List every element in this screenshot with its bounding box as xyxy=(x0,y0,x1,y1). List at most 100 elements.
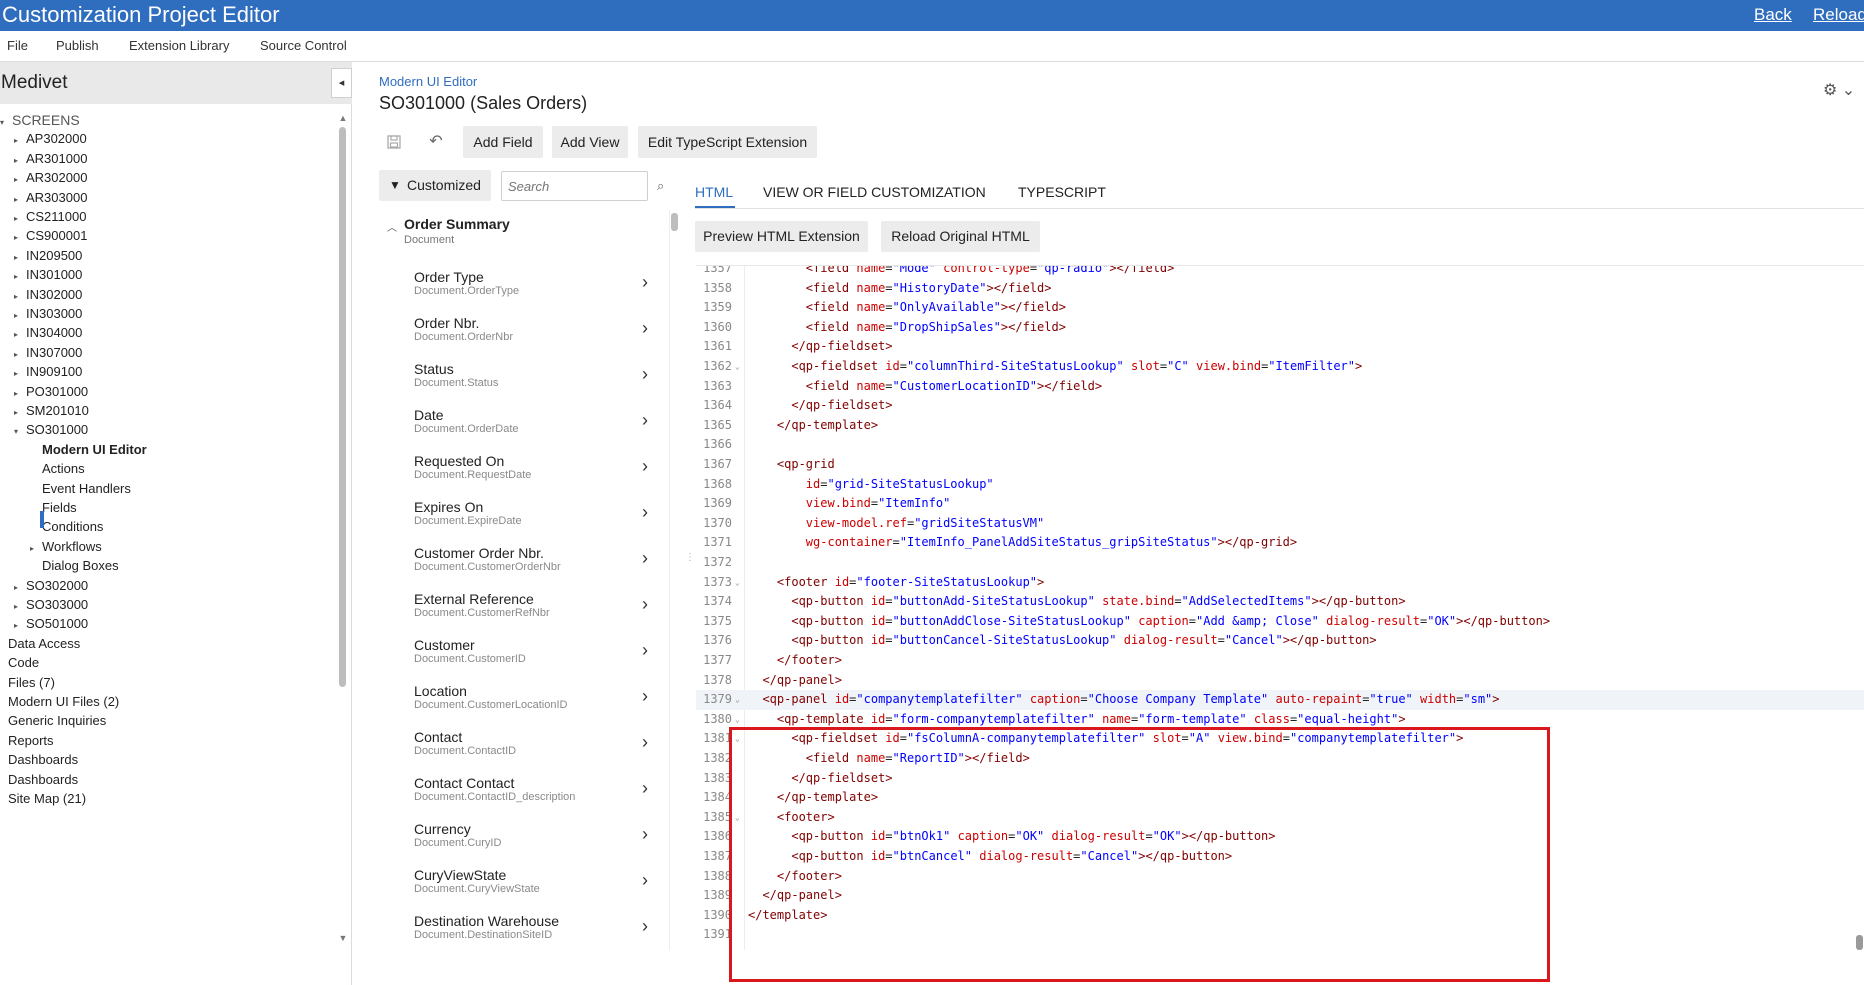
field-item[interactable]: External Reference Document.CustomerRefNb… xyxy=(379,588,664,634)
code-line[interactable]: 1360 <field name="DropShipSales"></field… xyxy=(696,318,1864,338)
back-link[interactable]: Back xyxy=(1754,3,1792,27)
code-line[interactable]: 1358 <field name="HistoryDate"></field> xyxy=(696,279,1864,299)
code-line[interactable]: 1380 ⌄ <qp-template id="form-companytempl… xyxy=(696,710,1864,730)
field-item[interactable]: Location Document.CustomerLocationID › xyxy=(379,680,664,726)
field-item[interactable]: Currency Document.CuryID › xyxy=(379,818,664,864)
fields-scroll-thumb[interactable] xyxy=(671,213,678,231)
undo-icon[interactable]: ↶ xyxy=(422,129,450,155)
chevron-right-icon[interactable]: › xyxy=(642,824,648,844)
scroll-down-icon[interactable]: ▼ xyxy=(337,932,349,944)
save-icon[interactable] xyxy=(380,129,408,155)
chevron-right-icon[interactable]: › xyxy=(642,548,648,568)
code-line[interactable]: 1381 ⌄ <qp-fieldset id="fsColumnA-company… xyxy=(696,729,1864,749)
fields-scrollbar[interactable] xyxy=(669,210,679,950)
code-line[interactable]: 1359 <field name="OnlyAvailable"></field… xyxy=(696,298,1864,318)
caret-right-icon[interactable]: ▸ xyxy=(30,538,42,560)
code-line[interactable]: 1369 view.bind="ItemInfo" xyxy=(696,494,1864,514)
reload-link[interactable]: Reload xyxy=(1813,3,1864,27)
code-line[interactable]: 1371 wg-container="ItemInfo_PanelAddSite… xyxy=(696,533,1864,553)
field-item[interactable]: Date Document.OrderDate › xyxy=(379,404,664,450)
chevron-right-icon[interactable]: › xyxy=(642,502,648,522)
chevron-right-icon[interactable]: › xyxy=(642,686,648,706)
field-item[interactable]: Contact Contact Document.ContactID_descri… xyxy=(379,772,664,818)
code-line[interactable]: 1373 ⌄ <footer id="footer-SiteStatusLooku… xyxy=(696,573,1864,593)
code-line[interactable]: 1365 </qp-template> xyxy=(696,416,1864,436)
chevron-right-icon[interactable]: › xyxy=(642,916,648,936)
chevron-right-icon[interactable]: › xyxy=(642,870,648,890)
tab-html[interactable]: HTML xyxy=(695,183,733,201)
code-line[interactable]: 1378 </qp-panel> xyxy=(696,671,1864,691)
code-line[interactable]: 1386 <qp-button id="btnOk1" caption="OK"… xyxy=(696,827,1864,847)
code-line[interactable]: 1391 xyxy=(696,925,1864,945)
field-item[interactable]: Customer Document.CustomerID › xyxy=(379,634,664,680)
chevron-right-icon[interactable]: › xyxy=(642,364,648,384)
field-item[interactable]: Order Type Document.OrderType › xyxy=(379,266,664,312)
fold-icon[interactable]: ⌄ xyxy=(735,357,740,377)
code-line[interactable]: 1387 <qp-button id="btnCancel" dialog-re… xyxy=(696,847,1864,867)
fold-icon[interactable]: ⌄ xyxy=(735,808,740,828)
code-line[interactable]: 1383 </qp-fieldset> xyxy=(696,769,1864,789)
tab-view-or-field-customization[interactable]: VIEW OR FIELD CUSTOMIZATION xyxy=(763,183,986,201)
edit-typescript-extension-button[interactable]: Edit TypeScript Extension xyxy=(638,126,817,158)
code-line[interactable]: 1388 </footer> xyxy=(696,867,1864,887)
menu-source-control[interactable]: Source Control xyxy=(260,38,347,54)
preview-html-extension-button[interactable]: Preview HTML Extension xyxy=(695,221,868,252)
add-view-button[interactable]: Add View xyxy=(552,126,628,158)
code-line[interactable]: 1357 <field name="Mode" control-type="qp… xyxy=(696,266,1864,279)
code-line[interactable]: 1366 xyxy=(696,435,1864,455)
caret-down-icon[interactable]: ▾ xyxy=(0,112,12,134)
tab-typescript[interactable]: TYPESCRIPT xyxy=(1018,183,1106,201)
menu-extension-library[interactable]: Extension Library xyxy=(129,38,229,54)
chevron-right-icon[interactable]: › xyxy=(642,732,648,752)
code-line[interactable]: 1390 </template> xyxy=(696,906,1864,926)
field-item[interactable]: Expires On Document.ExpireDate › xyxy=(379,496,664,542)
panel-splitter[interactable]: ⋮ xyxy=(685,553,695,563)
code-line[interactable]: 1375 <qp-button id="buttonAddClose-SiteS… xyxy=(696,612,1864,632)
code-line[interactable]: 1376 <qp-button id="buttonCancel-SiteSta… xyxy=(696,631,1864,651)
chevron-right-icon[interactable]: › xyxy=(642,778,648,798)
code-line[interactable]: 1389 </qp-panel> xyxy=(696,886,1864,906)
code-line[interactable]: 1379 ⌄ <qp-panel id="companytemplatefilte… xyxy=(696,690,1864,710)
fold-icon[interactable]: ⌄ xyxy=(735,710,740,730)
field-item[interactable]: Requested On Document.RequestDate › xyxy=(379,450,664,496)
field-item[interactable]: Order Nbr. Document.OrderNbr › xyxy=(379,312,664,358)
scroll-up-icon[interactable]: ▲ xyxy=(337,112,349,124)
code-line[interactable]: 1377 </footer> xyxy=(696,651,1864,671)
chevron-right-icon[interactable]: › xyxy=(642,594,648,614)
customized-filter-button[interactable]: ▼ Customized xyxy=(379,170,491,201)
fold-icon[interactable]: ⌄ xyxy=(735,573,740,593)
code-line[interactable]: 1361 </qp-fieldset> xyxy=(696,337,1864,357)
code-line[interactable]: 1384 </qp-template> xyxy=(696,788,1864,808)
code-line[interactable]: 1367 <qp-grid xyxy=(696,455,1864,475)
chevron-right-icon[interactable]: › xyxy=(642,272,648,292)
code-line[interactable]: 1374 <qp-button id="buttonAdd-SiteStatus… xyxy=(696,592,1864,612)
code-line[interactable]: 1363 <field name="CustomerLocationID"></… xyxy=(696,377,1864,397)
field-item[interactable]: Status Document.Status › xyxy=(379,358,664,404)
tree-section-8[interactable]: Site Map (21) xyxy=(8,788,86,810)
add-field-button[interactable]: Add Field xyxy=(463,126,543,158)
editor-scroll-thumb[interactable] xyxy=(1856,935,1863,950)
breadcrumb[interactable]: Modern UI Editor xyxy=(379,74,477,90)
field-item[interactable]: Contact Document.ContactID › xyxy=(379,726,664,772)
code-line[interactable]: 1370 view-model.ref="gridSiteStatusVM" xyxy=(696,514,1864,534)
code-line[interactable]: 1382 <field name="ReportID"></field> xyxy=(696,749,1864,769)
menu-file[interactable]: File xyxy=(7,38,28,54)
search-input[interactable] xyxy=(501,171,648,201)
field-item[interactable]: Destination Warehouse Document.Destinatio… xyxy=(379,910,664,950)
chevron-right-icon[interactable]: › xyxy=(642,456,648,476)
code-line[interactable]: 1362 ⌄ <qp-fieldset id="columnThird-SiteS… xyxy=(696,357,1864,377)
code-line[interactable]: 1368 id="grid-SiteStatusLookup" xyxy=(696,475,1864,495)
code-line[interactable]: 1385 ⌄ <footer> xyxy=(696,808,1864,828)
fold-icon[interactable]: ⌄ xyxy=(735,690,740,710)
html-code-editor[interactable]: 1357 <field name="Mode" control-type="qp… xyxy=(696,265,1864,950)
code-line[interactable]: 1364 </qp-fieldset> xyxy=(696,396,1864,416)
fold-icon[interactable]: ⌄ xyxy=(735,729,740,749)
menu-publish[interactable]: Publish xyxy=(56,38,99,54)
collapse-sidebar-icon[interactable]: ◂ xyxy=(331,68,352,98)
code-line[interactable]: 1372 xyxy=(696,553,1864,573)
chevron-right-icon[interactable]: › xyxy=(642,640,648,660)
field-item[interactable]: CuryViewState Document.CuryViewState › xyxy=(379,864,664,910)
search-icon[interactable]: ⌕ xyxy=(657,178,664,194)
sidebar-scroll-thumb[interactable] xyxy=(339,127,346,687)
gear-icon[interactable]: ⚙ ⌄ xyxy=(1823,82,1855,100)
